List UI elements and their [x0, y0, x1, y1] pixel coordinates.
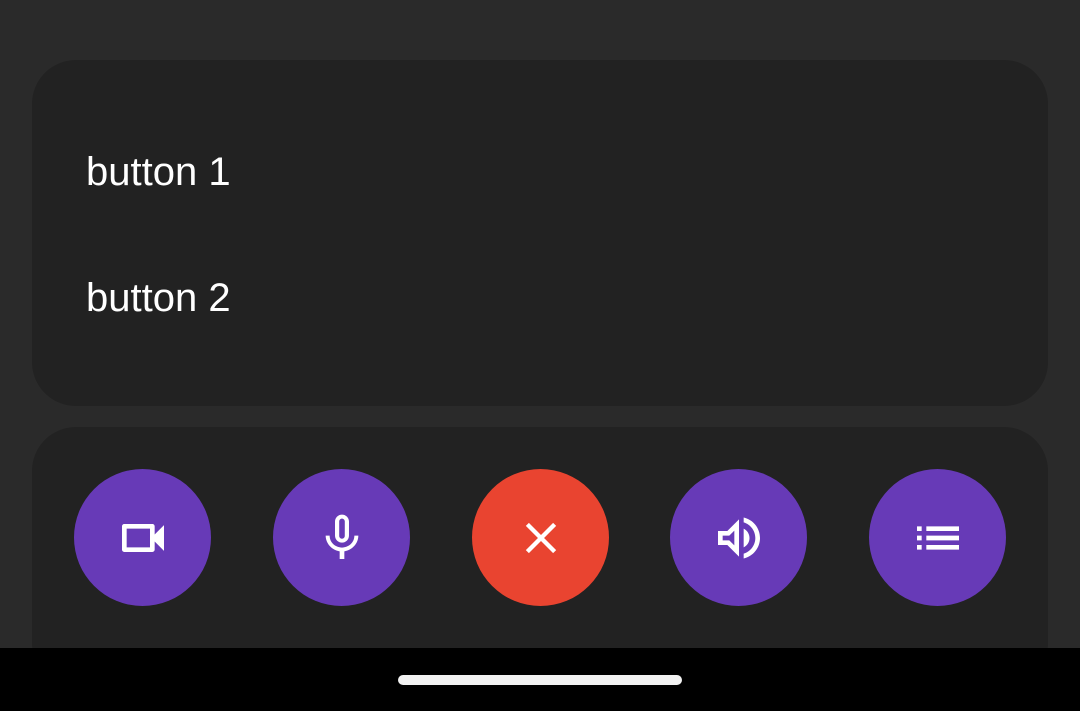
mic-button[interactable]	[273, 469, 410, 606]
close-icon	[515, 512, 567, 564]
videocam-icon	[115, 510, 171, 566]
options-menu: button 1 button 2	[32, 60, 1048, 406]
navigation-bar	[0, 648, 1080, 711]
end-call-button[interactable]	[472, 469, 609, 606]
home-handle[interactable]	[398, 675, 682, 685]
menu-item-button-2[interactable]: button 2	[86, 274, 231, 322]
speaker-button[interactable]	[670, 469, 807, 606]
video-button[interactable]	[74, 469, 211, 606]
list-button[interactable]	[869, 469, 1006, 606]
menu-item-button-1[interactable]: button 1	[86, 148, 231, 196]
list-icon	[910, 510, 966, 566]
mic-icon	[314, 510, 370, 566]
volume-icon	[711, 510, 767, 566]
call-screen: button 1 button 2	[0, 0, 1080, 711]
